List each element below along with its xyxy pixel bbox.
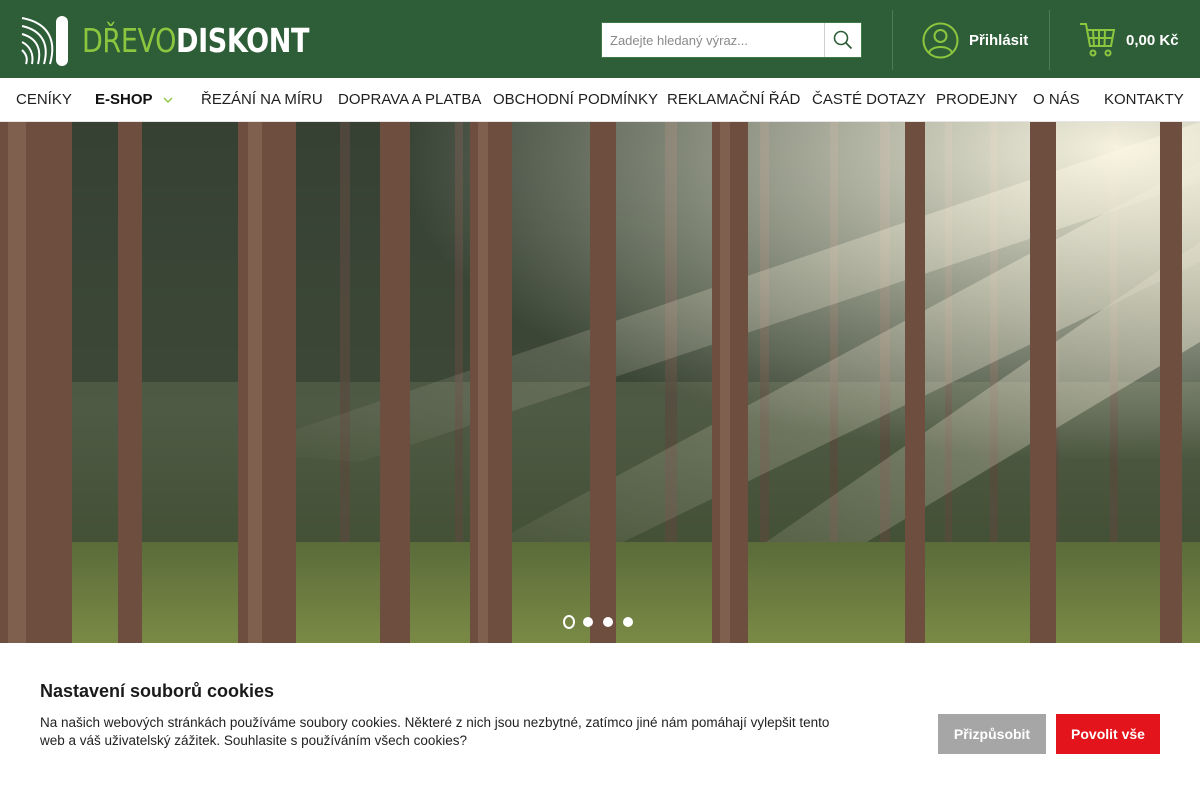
nav-item-eshop-label: E-SHOP xyxy=(95,91,153,108)
slider-dot-1[interactable] xyxy=(563,615,575,629)
chevron-down-icon xyxy=(163,78,173,122)
site-logo[interactable]: DŘEVODISKONT xyxy=(20,14,359,68)
slider-dot-2[interactable] xyxy=(583,617,593,627)
site-header: DŘEVODISKONT Přihlásit xyxy=(0,0,1200,78)
search-icon xyxy=(833,30,853,50)
login-link[interactable]: Přihlásit xyxy=(922,22,1028,58)
nav-item-kontakty[interactable]: KONTAKTY xyxy=(1104,78,1184,122)
slider-dot-4[interactable] xyxy=(623,617,633,627)
nav-item-caste-dotazy[interactable]: ČASTÉ DOTAZY xyxy=(812,78,926,122)
cookie-title: Nastavení souborů cookies xyxy=(40,681,275,701)
header-divider xyxy=(1049,10,1050,70)
cookie-consent-bar: Nastavení souborů cookies Na našich webo… xyxy=(0,643,1200,800)
allow-all-cookies-button[interactable]: Povolit vše xyxy=(1056,714,1160,754)
forest-photo xyxy=(0,122,1200,643)
cart-icon xyxy=(1080,23,1116,57)
user-icon xyxy=(922,22,959,58)
brand-name-part2: DISKONT xyxy=(176,21,310,60)
nav-item-o-nas[interactable]: O NÁS xyxy=(1033,78,1080,122)
nav-item-ceniky[interactable]: CENÍKY xyxy=(16,78,72,122)
nav-item-prodejny[interactable]: PRODEJNY xyxy=(936,78,1018,122)
main-nav: CENÍKY E-SHOP ŘEZÁNÍ NA MÍRU DOPRAVA A P… xyxy=(0,78,1200,122)
slider-pagination xyxy=(563,612,643,632)
brand-name-part1: DŘEVO xyxy=(82,21,177,60)
search-button[interactable] xyxy=(824,23,861,57)
cookie-description: Na našich webových stránkách používáme s… xyxy=(40,715,830,748)
nav-item-rezani[interactable]: ŘEZÁNÍ NA MÍRU xyxy=(201,78,323,122)
wood-rings-logo-icon xyxy=(21,16,68,66)
slider-dot-3[interactable] xyxy=(603,617,613,627)
brand-name: DŘEVODISKONT xyxy=(82,14,309,68)
customize-cookies-button[interactable]: Přizpůsobit xyxy=(938,714,1046,754)
nav-item-reklamacni-rad[interactable]: REKLAMAČNÍ ŘÁD xyxy=(667,78,800,122)
nav-item-obchodni-podminky[interactable]: OBCHODNÍ PODMÍNKY xyxy=(493,78,658,122)
nav-item-doprava[interactable]: DOPRAVA A PLATBA xyxy=(338,78,481,122)
nav-item-eshop[interactable]: E-SHOP xyxy=(95,78,173,122)
search-input[interactable] xyxy=(602,23,825,57)
hero-slider[interactable] xyxy=(0,122,1200,643)
cart-total: 0,00 Kč xyxy=(1126,31,1179,49)
header-divider xyxy=(892,10,893,70)
cart-button[interactable]: 0,00 Kč xyxy=(1079,21,1179,59)
login-label: Přihlásit xyxy=(969,31,1029,49)
search-box xyxy=(601,22,862,58)
